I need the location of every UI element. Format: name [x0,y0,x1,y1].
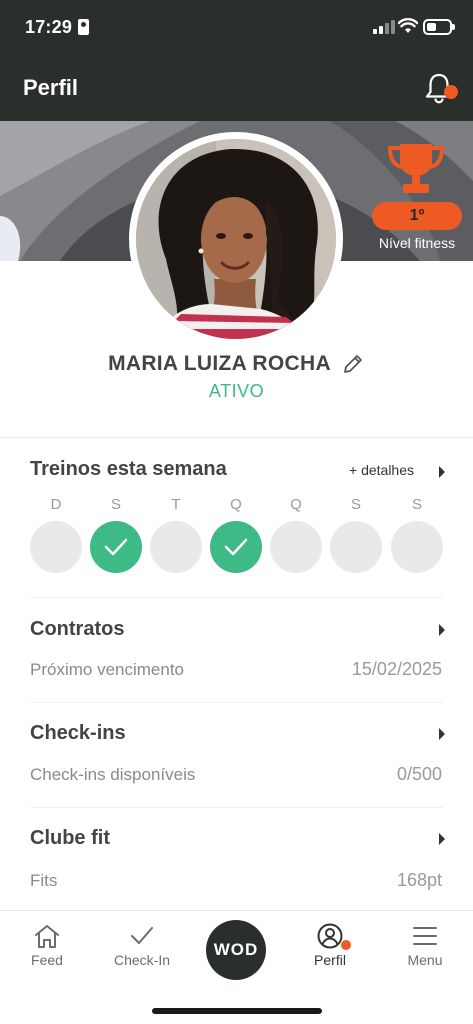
club-fit-title: Clube fit [30,827,110,849]
details-link[interactable]: + detalhes [349,462,414,478]
day-indicator [330,521,382,573]
hamburger-menu-icon [413,927,437,945]
page-title: Perfil [23,75,79,100]
rank-badge: 1º [372,202,462,230]
nav-menu[interactable]: Menu [380,923,470,985]
day-letter: Q [290,496,302,513]
nav-label: Perfil [314,952,346,968]
day-letter: S [411,496,422,513]
day-letter: D [50,496,62,513]
nav-label: Menu [407,952,443,968]
portrait-illustration [136,139,336,339]
day-indicator [391,521,443,573]
day-indicator [150,521,202,573]
notifications-button[interactable] [420,70,460,108]
fits-value: 168pt [396,870,442,890]
chevron-right-icon [439,624,445,636]
home-indicator [152,1008,322,1014]
day-indicator-done [210,521,262,573]
status-bar: 17:29 [0,0,473,56]
check-icon [131,927,153,944]
day-letter: S [110,496,121,513]
checkmark-icon [104,538,128,556]
top-header: Perfil [0,56,473,121]
day-letter: S [350,496,361,513]
chevron-right-icon [439,833,445,845]
profile-name: MARIA LUIZA ROCHA [108,352,331,375]
membership-status: ATIVO [208,381,265,401]
divider [30,807,443,808]
day-indicator [30,521,82,573]
available-checkins-value: 0/500 [396,764,442,784]
profile-name-row: MARIA LUIZA ROCHA [0,352,473,376]
trophy-icon [387,144,445,193]
chevron-right-icon [439,728,445,740]
chevron-right-icon[interactable] [437,465,447,479]
nav-label: Feed [31,952,63,968]
checkmark-icon [224,538,248,556]
contact-card-icon [78,19,89,35]
nav-feed[interactable]: Feed [2,923,92,985]
week-training-title: Treinos esta semana [30,458,227,480]
rank-label: Nível fitness [378,235,456,251]
pencil-edit-icon[interactable] [341,352,365,376]
wod-button[interactable]: WOD [206,920,266,980]
avatar-photo [136,139,336,339]
status-time: 17:29 [25,17,73,37]
divider [30,702,443,703]
battery-icon [423,19,455,35]
bottom-navigation: Feed Check-In WOD Perfil Menu [0,910,473,1024]
divider [0,437,473,438]
day-indicator [270,521,322,573]
fits-label: Fits [30,871,58,890]
fitness-rank[interactable]: 1º Nível fitness [372,140,462,252]
profile-notification-badge [340,939,352,951]
day-letter: T [171,496,181,513]
day-indicator-done [90,521,142,573]
available-checkins-label: Check-ins disponíveis [30,765,196,784]
divider [30,597,443,598]
nav-checkin[interactable]: Check-In [97,923,187,985]
nav-perfil[interactable]: Perfil [285,923,375,985]
contracts-title: Contratos [30,618,125,640]
notification-badge [444,85,458,99]
next-due-value: 15/02/2025 [351,659,442,679]
home-icon [35,925,59,948]
next-due-label: Próximo vencimento [30,660,185,679]
avatar[interactable] [129,132,343,346]
nav-label: Check-In [113,952,171,968]
day-letter: Q [230,496,242,513]
wifi-icon [398,18,418,33]
cellular-signal-icon [373,20,395,34]
checkins-title: Check-ins [30,722,126,744]
